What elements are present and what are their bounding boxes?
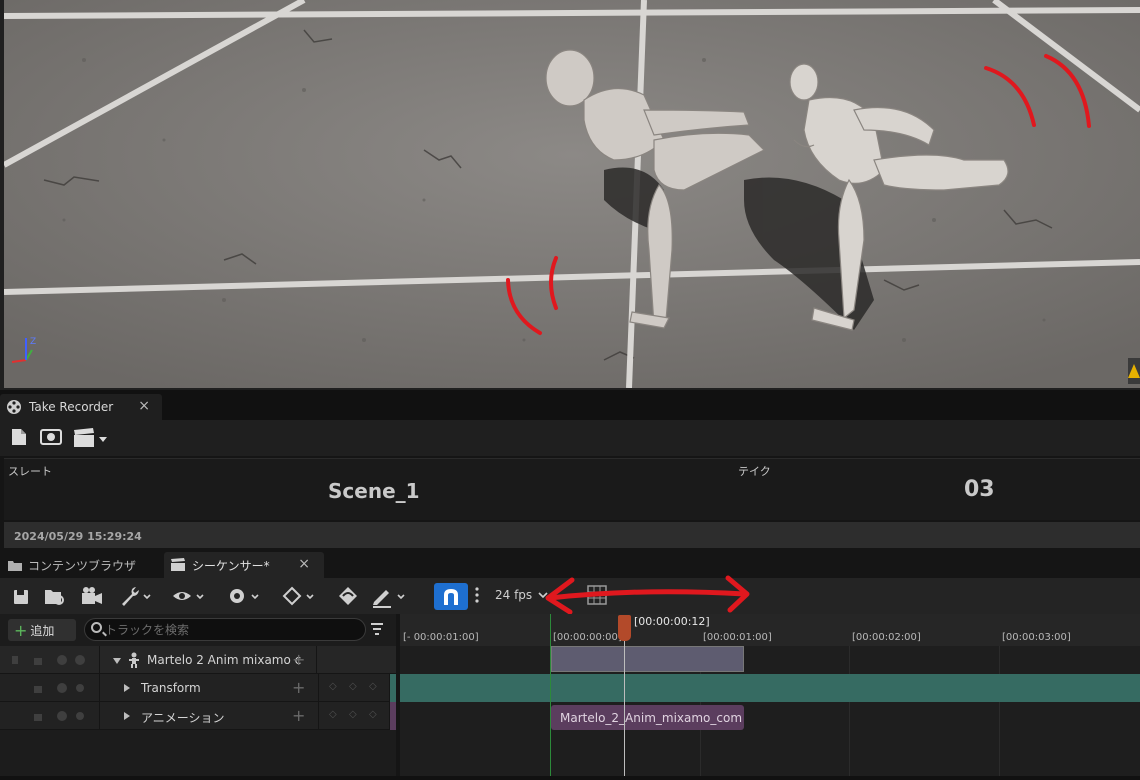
grid-line <box>849 646 850 776</box>
frame-rate-dropdown[interactable]: 24 fps <box>495 588 532 602</box>
playhead-handle[interactable] <box>618 615 631 641</box>
ruler-tick-label: [00:00:00:00] <box>553 632 622 643</box>
tab-sequencer[interactable]: シーケンサー* × <box>164 552 324 578</box>
warning-triangle-icon <box>1128 358 1140 384</box>
ruler-tick-label: [00:00:03:00] <box>1002 632 1071 643</box>
browse-icon[interactable] <box>43 584 67 608</box>
plus-icon: + <box>14 620 28 640</box>
tab-take-recorder-label: Take Recorder <box>29 400 114 414</box>
actor-section-bar[interactable] <box>551 646 744 672</box>
add-icon[interactable]: + <box>292 678 305 697</box>
ruler-tick-label: [00:00:02:00] <box>852 632 921 643</box>
more-options-icon[interactable] <box>474 586 480 604</box>
eye-icon[interactable] <box>171 584 209 608</box>
add-icon[interactable]: + <box>292 706 305 725</box>
current-time-label: [00:00:00:12] <box>634 615 710 628</box>
slate-value[interactable]: Scene_1 <box>328 479 420 503</box>
transform-track-bar[interactable] <box>400 674 1140 702</box>
tab-content-browser-label: コンテンツブラウザ <box>28 558 137 573</box>
playhead-line <box>624 640 625 776</box>
filter-icon[interactable] <box>369 621 385 637</box>
expand-toggle-icon[interactable] <box>113 658 121 664</box>
track-search-placeholder: トラックを検索 <box>105 623 190 637</box>
add-icon[interactable]: + <box>292 650 305 669</box>
tab-take-recorder[interactable]: Take Recorder × <box>0 394 162 420</box>
pencil-icon[interactable] <box>370 584 410 608</box>
review-icon[interactable] <box>40 428 62 446</box>
folder-icon <box>8 561 22 571</box>
expand-toggle-icon[interactable] <box>124 712 130 720</box>
red-double-arrow-annotation <box>545 575 750 615</box>
keyframe-navigation[interactable]: ◇ ◇ ◇ <box>318 702 390 730</box>
save-icon[interactable] <box>12 584 30 608</box>
viewport-scene: Z <box>4 0 1140 388</box>
track-row-actor[interactable]: Martelo 2 Anim mixamo c + <box>0 646 396 674</box>
tab-content-browser[interactable]: コンテンツブラウザ <box>0 552 160 578</box>
settings-icon[interactable] <box>226 584 264 608</box>
track-controls <box>0 674 100 702</box>
ruler-tick-label: [- 00:00:01:00] <box>403 632 479 643</box>
track-toggle-icons[interactable] <box>34 682 84 694</box>
bottom-edge <box>0 776 1140 780</box>
svg-text:Z: Z <box>30 337 36 347</box>
track-controls <box>0 702 100 730</box>
ruler-tick-label: [00:00:01:00] <box>703 632 772 643</box>
take-value[interactable]: 03 <box>964 477 995 502</box>
magnet-icon <box>444 589 458 605</box>
snap-toggle-button[interactable] <box>434 583 468 610</box>
slate-panel: スレート Scene_1 テイク 03 <box>4 458 1140 520</box>
track-label: Transform <box>141 681 201 695</box>
animation-clip-label: Martelo_2_Anim_mixamo_com <box>560 710 743 725</box>
new-document-icon[interactable] <box>11 428 27 446</box>
close-icon[interactable]: × <box>138 398 150 414</box>
track-row-animation[interactable]: アニメーション + ◇ ◇ ◇ <box>0 702 396 730</box>
add-track-button[interactable]: + 追加 <box>8 619 76 641</box>
slate-label: スレート <box>8 465 52 478</box>
skeletal-mesh-icon <box>129 652 139 668</box>
wrench-icon[interactable] <box>118 584 154 608</box>
key-curve-icon[interactable] <box>336 584 360 608</box>
track-row-transform[interactable]: Transform + ◇ ◇ ◇ <box>0 674 396 702</box>
track-toggle-icons[interactable] <box>34 710 84 722</box>
animation-clip[interactable]: Martelo_2_Anim_mixamo_com <box>551 705 744 730</box>
track-toggle-icons[interactable] <box>12 654 92 666</box>
take-recorder-tab-strip <box>0 390 1140 420</box>
playback-start-marker[interactable] <box>550 614 551 776</box>
film-reel-icon <box>7 400 21 414</box>
camera-icon[interactable] <box>80 584 104 608</box>
timestamp: 2024/05/29 15:29:24 <box>14 530 142 543</box>
search-icon <box>91 622 102 633</box>
take-label: テイク <box>738 465 771 478</box>
take-recorder-toolbar <box>0 420 1140 456</box>
keyframe-navigation[interactable]: ◇ ◇ ◇ <box>318 674 390 702</box>
clapperboard-icon <box>171 558 185 571</box>
track-search-input[interactable]: トラックを検索 <box>84 618 366 641</box>
grid-line <box>999 646 1000 776</box>
track-label: アニメーション <box>141 711 225 725</box>
expand-toggle-icon[interactable] <box>124 684 130 692</box>
close-icon[interactable]: × <box>298 556 310 572</box>
keyframe-icon[interactable] <box>281 584 319 608</box>
track-controls <box>0 646 100 674</box>
level-viewport[interactable]: Z <box>0 0 1140 390</box>
timestamp-bar: 2024/05/29 15:29:24 <box>4 522 1140 548</box>
add-track-label: 追加 <box>30 623 55 638</box>
tab-sequencer-label: シーケンサー* <box>192 558 270 573</box>
app-window: Z Take Recorder × スレート Scene_1 テイク 03 20… <box>0 0 1140 780</box>
clapperboard-dropdown-icon[interactable] <box>73 428 107 448</box>
track-label: Martelo 2 Anim mixamo c <box>147 653 302 667</box>
